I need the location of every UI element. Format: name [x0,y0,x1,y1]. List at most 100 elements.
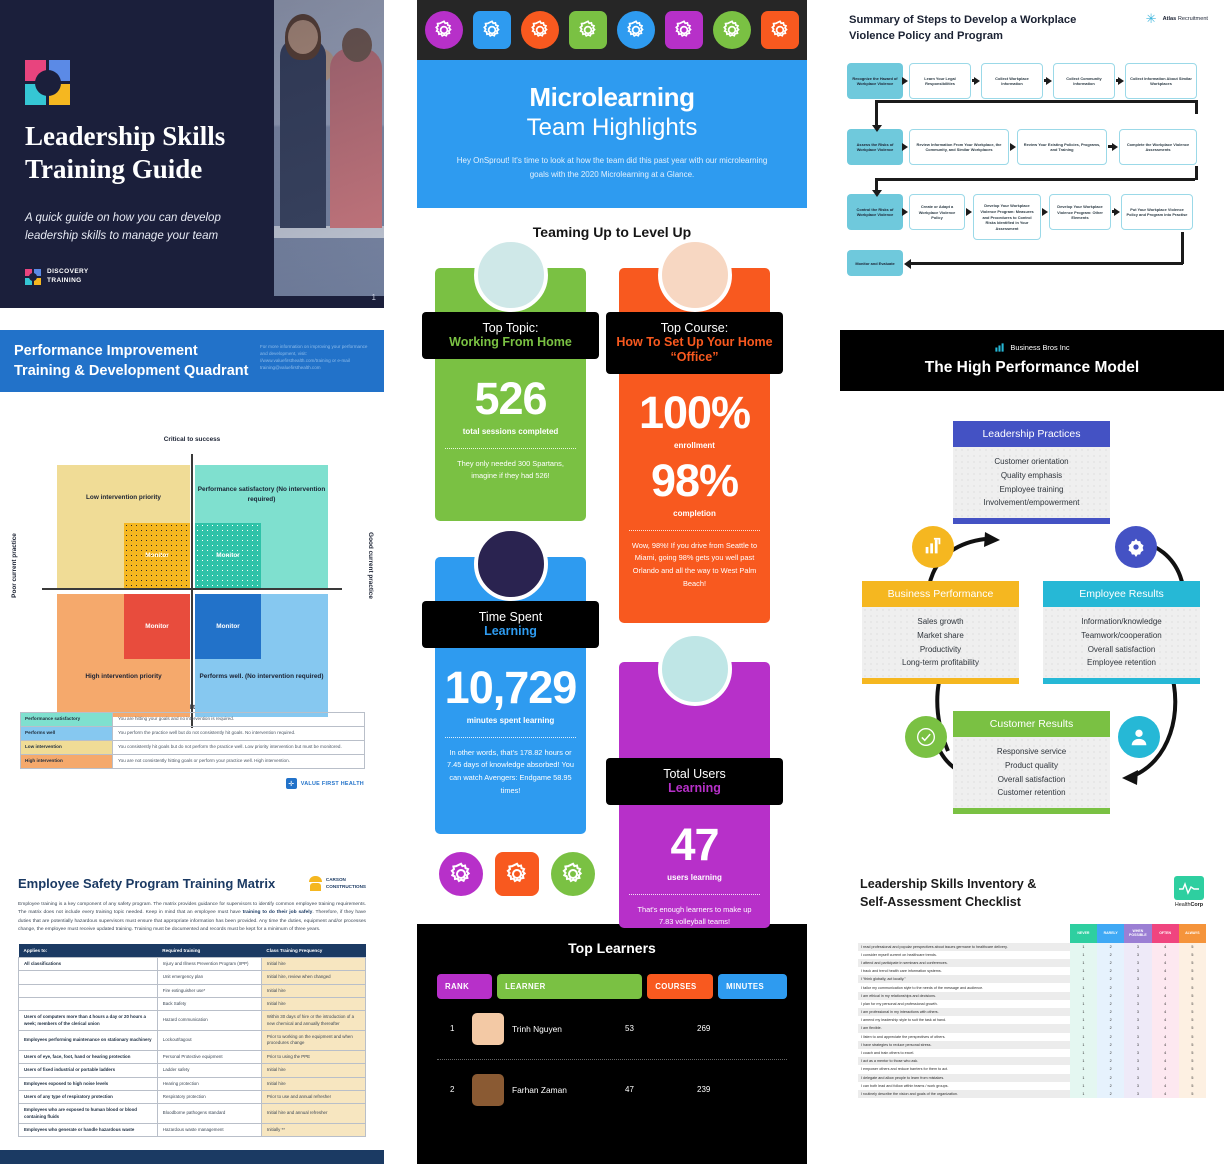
checklist-rating-cell[interactable]: 2 [1097,975,1125,984]
checklist-rating-cell[interactable]: 2 [1097,1057,1125,1066]
checklist-rating-cell[interactable]: 3 [1124,999,1152,1008]
checklist-rating-cell[interactable]: 2 [1097,958,1125,968]
checklist-rating-cell[interactable]: 4 [1151,942,1179,951]
checklist-rating-cell[interactable]: 5 [1178,1081,1206,1090]
checklist-rating-cell[interactable]: 3 [1124,1057,1152,1066]
checklist-rating-cell[interactable]: 2 [1097,1073,1125,1082]
checklist-rating-cell[interactable]: 3 [1124,1048,1152,1058]
checklist-rating-cell[interactable]: 1 [1069,1016,1098,1025]
checklist-rating-cell[interactable]: 4 [1151,1032,1179,1041]
checklist-rating-cell[interactable]: 2 [1097,1016,1125,1025]
checklist-rating-cell[interactable]: 2 [1097,991,1125,1000]
checklist-rating-cell[interactable]: 5 [1178,983,1206,992]
checklist-rating-cell[interactable]: 2 [1097,983,1125,992]
checklist-rating-cell[interactable]: 4 [1151,1008,1179,1017]
checklist-rating-cell[interactable]: 3 [1124,975,1152,984]
checklist-rating-cell[interactable]: 1 [1069,942,1098,951]
checklist-rating-cell[interactable]: 1 [1069,1081,1098,1090]
checklist-rating-cell[interactable]: 1 [1069,1024,1098,1033]
checklist-rating-cell[interactable]: 3 [1124,942,1152,951]
checklist-rating-cell[interactable]: 1 [1069,991,1098,1000]
checklist-rating-cell[interactable]: 2 [1097,1081,1125,1090]
mini-gear-strip [439,851,595,896]
checklist-rating-cell[interactable]: 4 [1151,1040,1179,1049]
checklist-rating-cell[interactable]: 3 [1124,1065,1152,1074]
checklist-rating-cell[interactable]: 4 [1151,991,1179,1000]
checklist-rating-cell[interactable]: 1 [1069,983,1098,992]
checklist-rating-cell[interactable]: 3 [1124,1089,1152,1099]
checklist-rating-cell[interactable]: 3 [1124,1081,1152,1090]
checklist-rating-cell[interactable]: 3 [1124,991,1152,1000]
checklist-item-text: I routinely describe the vision and goal… [858,1089,1070,1099]
checklist-rating-cell[interactable]: 4 [1151,1081,1179,1090]
checklist-rating-cell[interactable]: 5 [1178,1065,1206,1074]
checklist-rating-cell[interactable]: 1 [1069,975,1098,984]
checklist-rating-cell[interactable]: 3 [1124,1016,1152,1025]
checklist-rating-cell[interactable]: 5 [1178,1008,1206,1017]
checklist-rating-cell[interactable]: 1 [1069,950,1098,959]
checklist-rating-cell[interactable]: 3 [1124,1040,1152,1049]
checklist-rating-cell[interactable]: 2 [1097,1089,1125,1099]
checklist-rating-cell[interactable]: 4 [1151,983,1179,992]
checklist-rating-cell[interactable]: 4 [1151,1065,1179,1074]
checklist-rating-cell[interactable]: 5 [1178,950,1206,959]
checklist-rating-cell[interactable]: 4 [1151,950,1179,959]
checklist-rating-cell[interactable]: 1 [1069,967,1098,976]
checklist-rating-cell[interactable]: 5 [1178,999,1206,1008]
checklist-rating-cell[interactable]: 2 [1097,1065,1125,1074]
checklist-rating-cell[interactable]: 5 [1178,1024,1206,1033]
checklist-rating-cell[interactable]: 3 [1124,1032,1152,1041]
checklist-rating-cell[interactable]: 5 [1178,1048,1206,1058]
checklist-rating-cell[interactable]: 5 [1178,975,1206,984]
checklist-rating-cell[interactable]: 4 [1151,1089,1179,1099]
checklist-rating-cell[interactable]: 2 [1097,967,1125,976]
checklist-rating-cell[interactable]: 2 [1097,1040,1125,1049]
checklist-rating-cell[interactable]: 4 [1151,1024,1179,1033]
checklist-rating-cell[interactable]: 1 [1069,1073,1098,1082]
checklist-rating-cell[interactable]: 5 [1178,1057,1206,1066]
checklist-rating-cell[interactable]: 4 [1151,1016,1179,1025]
checklist-rating-cell[interactable]: 1 [1069,999,1098,1008]
checklist-rating-cell[interactable]: 4 [1151,1073,1179,1082]
checklist-rating-cell[interactable]: 1 [1069,958,1098,968]
checklist-rating-cell[interactable]: 2 [1097,1008,1125,1017]
checklist-rating-cell[interactable]: 3 [1124,983,1152,992]
checklist-rating-cell[interactable]: 5 [1178,967,1206,976]
checklist-rating-cell[interactable]: 1 [1069,1048,1098,1058]
checklist-rating-cell[interactable]: 2 [1097,950,1125,959]
checklist-rating-cell[interactable]: 1 [1069,1032,1098,1041]
checklist-rating-cell[interactable]: 4 [1151,958,1179,968]
checklist-rating-cell[interactable]: 3 [1124,958,1152,968]
checklist-rating-cell[interactable]: 5 [1178,1032,1206,1041]
checklist-rating-cell[interactable]: 1 [1069,1008,1098,1017]
checklist-rating-cell[interactable]: 2 [1097,1024,1125,1033]
checklist-rating-cell[interactable]: 3 [1124,1008,1152,1017]
checklist-rating-cell[interactable]: 1 [1069,1057,1098,1066]
checklist-rating-cell[interactable]: 4 [1151,999,1179,1008]
table-row: 1 Trinh Nguyen 53 269 [437,999,787,1059]
checklist-rating-cell[interactable]: 1 [1069,1065,1098,1074]
checklist-rating-cell[interactable]: 2 [1097,1032,1125,1041]
checklist-rating-cell[interactable]: 2 [1097,1048,1125,1058]
checklist-rating-cell[interactable]: 3 [1124,1073,1152,1082]
checklist-rating-cell[interactable]: 5 [1178,1073,1206,1082]
checklist-rating-cell[interactable]: 5 [1178,1040,1206,1049]
checklist-rating-cell[interactable]: 4 [1151,1057,1179,1066]
checklist-rating-cell[interactable]: 3 [1124,967,1152,976]
checklist-rating-cell[interactable]: 5 [1178,942,1206,951]
checklist-rating-cell[interactable]: 4 [1151,975,1179,984]
checklist-rating-cell[interactable]: 4 [1151,1048,1179,1058]
checklist-rating-cell[interactable]: 2 [1097,999,1125,1008]
card-big-number: 47 [670,818,719,870]
checklist-rating-cell[interactable]: 4 [1151,967,1179,976]
checklist-rating-cell[interactable]: 5 [1178,958,1206,968]
checklist-rating-cell[interactable]: 1 [1069,1040,1098,1049]
checklist-rating-cell[interactable]: 5 [1178,1016,1206,1025]
checklist-rating-cell[interactable]: 1 [1069,1089,1098,1099]
checklist-rating-cell[interactable]: 2 [1097,942,1125,951]
checklist-rating-cell[interactable]: 5 [1178,1089,1206,1099]
checklist-rating-cell[interactable]: 5 [1178,991,1206,1000]
quadrant-footer-brand: ✛ VALUE FIRST HEALTH [285,778,364,789]
checklist-rating-cell[interactable]: 3 [1124,1024,1152,1033]
checklist-rating-cell[interactable]: 3 [1124,950,1152,959]
